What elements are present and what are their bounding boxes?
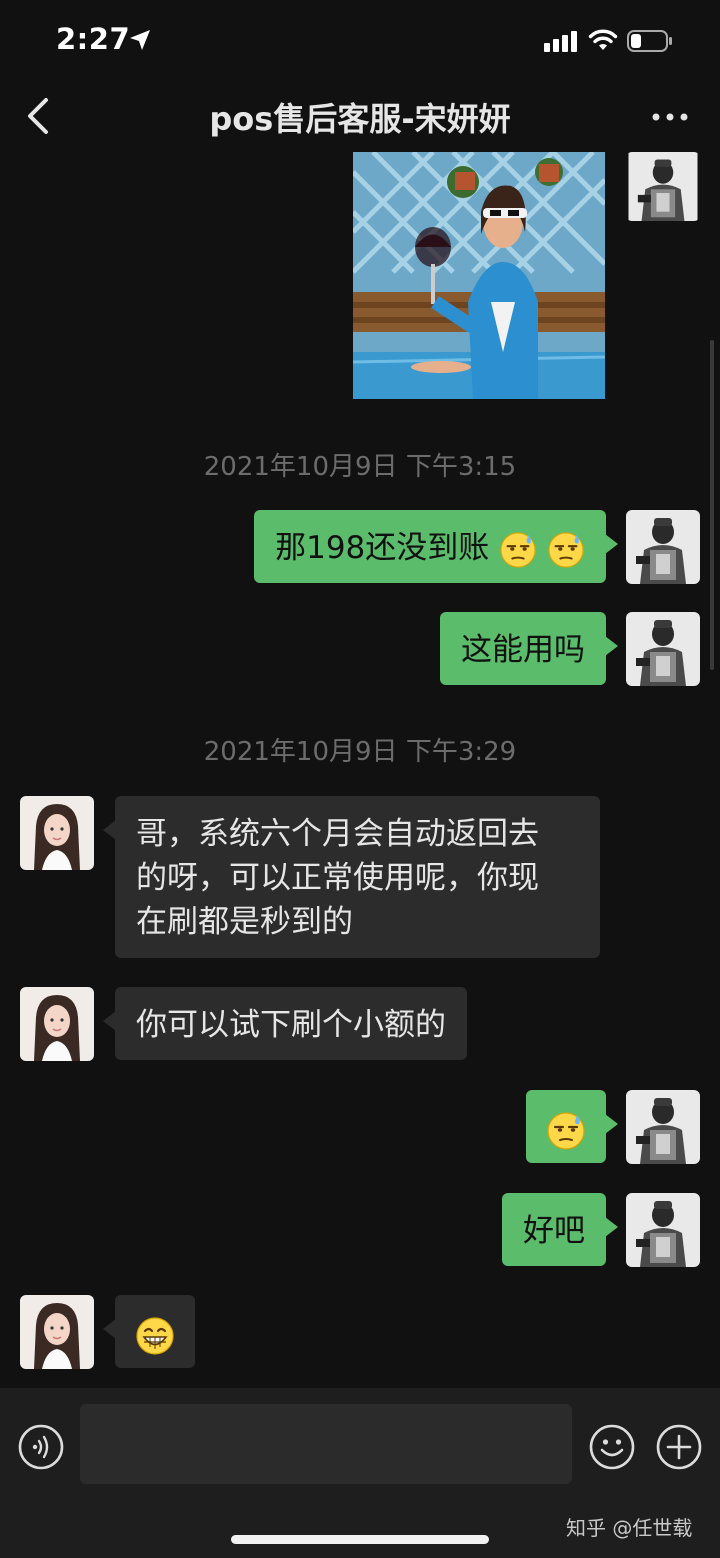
sent-message[interactable]: 好吧	[502, 1193, 618, 1266]
message-text-line: 在刷都是秒到的	[136, 904, 353, 940]
my-avatar[interactable]	[626, 1090, 700, 1164]
home-indicator[interactable]	[231, 1535, 489, 1544]
sweat-emoji-icon	[546, 1111, 586, 1151]
my-avatar[interactable]	[626, 612, 700, 686]
my-avatar[interactable]	[626, 1193, 700, 1267]
received-message[interactable]: 哥，系统六个月会自动返回去 的呀，可以正常使用呢，你现 在刷都是秒到的	[103, 796, 600, 958]
nav-bar: pos售后客服-宋妍妍	[0, 84, 720, 150]
received-message[interactable]	[103, 1295, 195, 1368]
more-icon[interactable]	[650, 102, 690, 132]
message-text-line: 的呀，可以正常使用呢，你现	[136, 860, 539, 896]
contact-avatar[interactable]	[20, 796, 94, 870]
image-message[interactable]	[353, 152, 605, 399]
sweat-emoji-icon	[499, 531, 537, 569]
message-text: 那198还没到账	[275, 530, 490, 566]
received-message[interactable]: 你可以试下刷个小额的	[103, 987, 467, 1060]
contact-avatar[interactable]	[20, 1295, 94, 1369]
message-text: 这能用吗	[461, 632, 585, 668]
my-avatar[interactable]	[626, 510, 700, 584]
message-text: 你可以试下刷个小额的	[136, 1007, 446, 1043]
chat-title: pos售后客服-宋妍妍	[209, 100, 511, 138]
sweat-emoji-icon	[547, 531, 585, 569]
voice-icon[interactable]	[18, 1424, 64, 1470]
timestamp: 2021年10月9日 下午3:15	[203, 452, 517, 482]
message-text: 好吧	[523, 1213, 585, 1249]
signal-icon	[544, 31, 577, 52]
contact-avatar[interactable]	[20, 987, 94, 1061]
watermark: 知乎 @任世载	[566, 1516, 693, 1540]
message-text-line: 哥，系统六个月会自动返回去	[136, 816, 539, 852]
scrollbar[interactable]	[710, 340, 714, 670]
location-arrow-icon	[130, 30, 150, 50]
plus-icon[interactable]	[656, 1424, 702, 1470]
emoji-icon[interactable]	[589, 1424, 635, 1470]
my-avatar[interactable]	[626, 152, 700, 221]
status-bar: 2:27	[0, 0, 720, 84]
status-time: 2:27	[56, 22, 131, 56]
timestamp: 2021年10月9日 下午3:29	[203, 737, 517, 767]
grin-emoji-icon	[135, 1316, 175, 1356]
wifi-icon	[588, 29, 618, 50]
battery-icon	[627, 30, 672, 52]
sent-message[interactable]: 这能用吗	[440, 612, 618, 685]
sent-message[interactable]: 那198还没到账	[254, 510, 618, 583]
sent-message[interactable]	[526, 1090, 618, 1163]
message-input[interactable]	[80, 1404, 572, 1484]
